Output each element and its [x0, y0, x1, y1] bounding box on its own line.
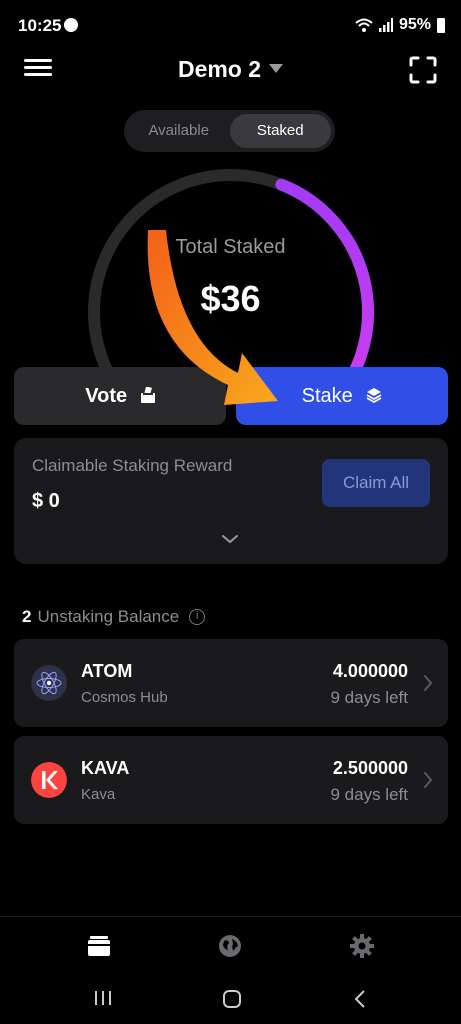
stake-label: Stake [301, 385, 353, 407]
status-indicators: 95% [355, 16, 445, 34]
recent-apps-icon[interactable] [92, 988, 114, 1008]
signal-icon [378, 18, 393, 32]
token-symbol: KAVA [81, 758, 130, 778]
vote-label: Vote [85, 385, 128, 407]
unstaking-section-title: 2 Unstaking Balance i [22, 607, 206, 627]
days-left: 9 days left [330, 785, 409, 804]
back-icon[interactable] [352, 988, 368, 1010]
reward-title: Claimable Staking Reward [32, 456, 233, 475]
status-time: 10:25 [18, 16, 62, 35]
token-network: Kava [81, 786, 116, 803]
chevron-down-icon[interactable] [220, 532, 240, 546]
atom-icon [31, 665, 67, 701]
staked-gauge [88, 169, 375, 380]
claim-all-button[interactable]: Claim All [322, 459, 430, 507]
tab-staked[interactable]: Staked [229, 114, 331, 148]
unstaking-row-atom[interactable]: ATOM Cosmos Hub 4.000000 9 days left [14, 639, 448, 727]
reward-value: $ 0 [32, 490, 60, 512]
header: Demo 2 [0, 52, 461, 88]
globe-icon[interactable] [217, 933, 243, 959]
token-amount: 4.000000 [332, 661, 408, 681]
claimable-reward-card: Claimable Staking Reward $ 0 Claim All [14, 438, 448, 564]
unstaking-title: Unstaking Balance [37, 607, 180, 626]
status-bar: 10:25 95% [0, 0, 461, 52]
token-network: Cosmos Hub [81, 689, 168, 706]
layers-icon [366, 387, 382, 403]
system-navigation-bar [0, 974, 461, 1024]
info-icon[interactable]: i [189, 609, 206, 625]
kava-icon [31, 762, 67, 798]
gear-icon[interactable] [349, 933, 375, 959]
chevron-right-icon [424, 675, 433, 691]
battery-percent: 95% [398, 16, 431, 33]
bottom-navigation [0, 916, 461, 974]
tab-available[interactable]: Available [128, 114, 230, 148]
unstaking-count: 2 [22, 607, 32, 626]
app-notification-icon [64, 18, 78, 32]
wallet-icon[interactable] [86, 933, 112, 959]
wifi-icon [355, 18, 373, 32]
wallet-selector[interactable]: Demo 2 [0, 56, 461, 83]
caret-down-icon [269, 64, 284, 74]
total-staked-label: Total Staked [175, 236, 286, 258]
total-staked-value: $36 [200, 278, 261, 319]
unstaking-row-kava[interactable]: KAVA Kava 2.500000 9 days left [14, 736, 448, 824]
home-icon[interactable] [221, 988, 243, 1010]
battery-icon [437, 17, 445, 33]
ballot-box-icon [140, 386, 155, 403]
vote-button[interactable]: Vote [14, 367, 226, 425]
stake-button[interactable]: Stake [236, 367, 448, 425]
wallet-name: Demo 2 [177, 56, 262, 82]
chevron-right-icon [424, 772, 433, 788]
scan-icon[interactable] [409, 56, 437, 84]
balance-segment-control: Available Staked [124, 110, 335, 152]
token-amount: 2.500000 [332, 758, 408, 778]
days-left: 9 days left [330, 688, 409, 707]
token-symbol: ATOM [81, 661, 133, 681]
